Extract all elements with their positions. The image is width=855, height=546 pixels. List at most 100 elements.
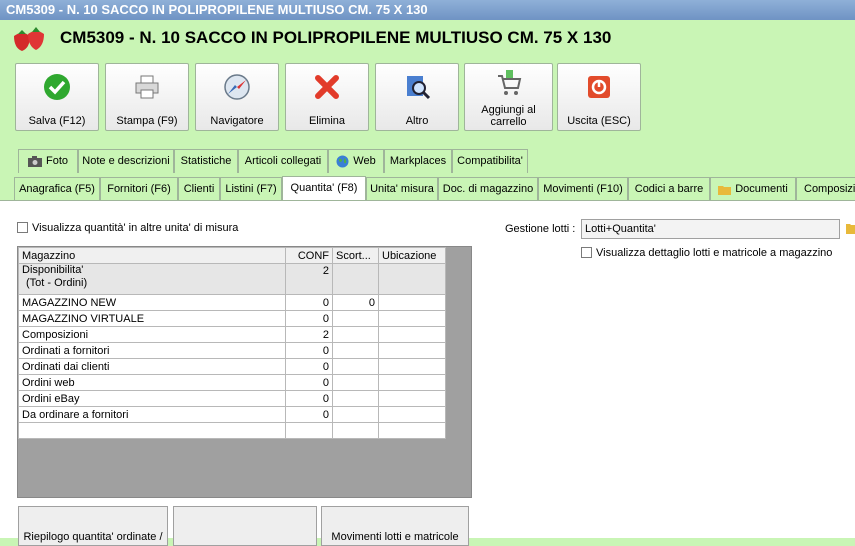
table-row[interactable]: Ordini web 0	[18, 374, 446, 391]
tab-doc-magazzino[interactable]: Doc. di magazzino	[438, 177, 538, 201]
magnifier-icon	[407, 76, 431, 100]
row-name: Ordini web	[18, 374, 286, 391]
tab-markplaces[interactable]: Markplaces	[384, 149, 452, 173]
col-scorta-header[interactable]: Scort...	[332, 247, 379, 264]
row-ubicazione[interactable]	[378, 342, 446, 359]
globe-icon	[336, 155, 349, 168]
table-row[interactable]: Ordinati dai clienti 0	[18, 358, 446, 375]
tab-statistiche-label: Statistiche	[180, 155, 232, 167]
tab-statistiche[interactable]: Statistiche	[174, 149, 238, 173]
row-ubicazione[interactable]	[378, 263, 446, 295]
row-conf[interactable]: 0	[285, 342, 333, 359]
tab-note[interactable]: Note e descrizioni	[78, 149, 174, 173]
tab-articoli-collegati-label: Articoli collegati	[244, 155, 322, 167]
row-scorta[interactable]	[332, 422, 379, 439]
row-conf[interactable]: 0	[285, 374, 333, 391]
window-title: CM5309 - N. 10 SACCO IN POLIPROPILENE MU…	[0, 0, 855, 20]
tab-unita-misura-label: Unita' misura	[370, 183, 434, 195]
row-scorta[interactable]: 0	[332, 294, 379, 311]
tab-web[interactable]: Web	[328, 149, 384, 173]
row-conf[interactable]: 0	[285, 358, 333, 375]
delete-x-icon	[315, 75, 339, 99]
row-ubicazione[interactable]	[378, 390, 446, 407]
row-scorta[interactable]	[332, 263, 379, 295]
col-conf-header[interactable]: CONF	[285, 247, 333, 264]
blank-button[interactable]	[173, 506, 317, 546]
row-conf[interactable]	[285, 422, 333, 439]
tab-listini[interactable]: Listini (F7)	[220, 177, 282, 201]
col-ubicazione-header[interactable]: Ubicazione	[378, 247, 446, 264]
tab-note-label: Note e descrizioni	[82, 155, 170, 167]
tab-codici-barre[interactable]: Codici a barre	[628, 177, 710, 201]
exit-button[interactable]: Uscita (ESC)	[557, 63, 641, 131]
show-lot-detail-checkbox[interactable]	[581, 247, 592, 258]
lots-label: Gestione lotti :	[505, 223, 576, 235]
lot-movements-button[interactable]: Movimenti lotti e matricole	[321, 506, 469, 546]
row-conf[interactable]: 0	[285, 390, 333, 407]
tab-fornitori-label: Fornitori (F6)	[107, 183, 171, 195]
table-row[interactable]: Ordinati a fornitori 0	[18, 342, 446, 359]
compass-icon	[224, 74, 250, 100]
delete-button[interactable]: Elimina	[285, 63, 369, 131]
other-button[interactable]: Altro	[375, 63, 459, 131]
lots-select[interactable]: Lotti+Quantita'	[581, 219, 840, 239]
lots-folder-icon[interactable]	[845, 221, 855, 235]
table-row[interactable]: MAGAZZINO VIRTUALE 0	[18, 310, 446, 327]
print-button[interactable]: Stampa (F9)	[105, 63, 189, 131]
tab-compatibilita-label: Compatibilita'	[457, 155, 523, 167]
tab-foto[interactable]: Foto	[18, 149, 78, 173]
row-name: MAGAZZINO VIRTUALE	[18, 310, 286, 327]
save-button[interactable]: Salva (F12)	[15, 63, 99, 131]
row-name: Ordini eBay	[18, 390, 286, 407]
tab-codici-barre-label: Codici a barre	[634, 183, 704, 195]
row-conf[interactable]: 2	[285, 326, 333, 343]
tab-compatibilita[interactable]: Compatibilita'	[452, 149, 528, 173]
table-row[interactable]: Composizioni 2	[18, 326, 446, 343]
tab-movimenti[interactable]: Movimenti (F10)	[538, 177, 628, 201]
table-row-empty[interactable]	[18, 422, 446, 439]
row-ubicazione[interactable]	[378, 406, 446, 423]
tab-anagrafica-label: Anagrafica (F5)	[19, 183, 95, 195]
row-conf[interactable]: 2	[285, 263, 333, 295]
row-ubicazione[interactable]	[378, 358, 446, 375]
tab-quantita[interactable]: Quantita' (F8)	[282, 176, 366, 201]
table-row[interactable]: MAGAZZINO NEW 0 0	[18, 294, 446, 311]
row-name: Ordinati dai clienti	[18, 358, 286, 375]
tab-unita-misura[interactable]: Unita' misura	[366, 177, 438, 201]
row-scorta[interactable]	[332, 358, 379, 375]
row-name-line1: Disponibilita'	[22, 264, 84, 277]
row-name: Da ordinare a fornitori	[18, 406, 286, 423]
tab-articoli-collegati[interactable]: Articoli collegati	[238, 149, 328, 173]
row-conf[interactable]: 0	[285, 310, 333, 327]
row-ubicazione[interactable]	[378, 326, 446, 343]
row-conf[interactable]: 0	[285, 406, 333, 423]
row-scorta[interactable]	[332, 326, 379, 343]
tab-fornitori[interactable]: Fornitori (F6)	[100, 177, 178, 201]
show-other-units-label: Visualizza quantità' in altre unita' di …	[32, 222, 239, 234]
table-row[interactable]: Ordini eBay 0	[18, 390, 446, 407]
strawberry-logo-icon	[14, 27, 44, 51]
row-ubicazione[interactable]	[378, 422, 446, 439]
table-row[interactable]: Disponibilita' (Tot - Ordini) 2	[18, 263, 446, 295]
show-other-units-checkbox[interactable]	[17, 222, 28, 233]
tab-composizioni-label: Composizi	[804, 183, 855, 195]
ordered-quantities-button[interactable]: Riepilogo quantita' ordinate / ...	[18, 506, 168, 546]
add-to-cart-button[interactable]: Aggiungi al carrello	[464, 63, 553, 131]
col-magazzino-header[interactable]: Magazzino	[18, 247, 286, 264]
navigator-button[interactable]: Navigatore	[195, 63, 279, 131]
row-ubicazione[interactable]	[378, 294, 446, 311]
row-scorta[interactable]	[332, 342, 379, 359]
add-to-cart-label: Aggiungi al carrello	[481, 104, 536, 128]
tab-anagrafica[interactable]: Anagrafica (F5)	[14, 177, 100, 201]
row-ubicazione[interactable]	[378, 310, 446, 327]
tab-documenti[interactable]: Documenti	[710, 177, 796, 201]
row-ubicazione[interactable]	[378, 374, 446, 391]
table-row[interactable]: Da ordinare a fornitori 0	[18, 406, 446, 423]
row-conf[interactable]: 0	[285, 294, 333, 311]
row-scorta[interactable]	[332, 390, 379, 407]
row-scorta[interactable]	[332, 374, 379, 391]
tab-clienti[interactable]: Clienti	[178, 177, 220, 201]
row-scorta[interactable]	[332, 310, 379, 327]
tab-composizioni[interactable]: Composizi	[796, 177, 855, 201]
row-scorta[interactable]	[332, 406, 379, 423]
